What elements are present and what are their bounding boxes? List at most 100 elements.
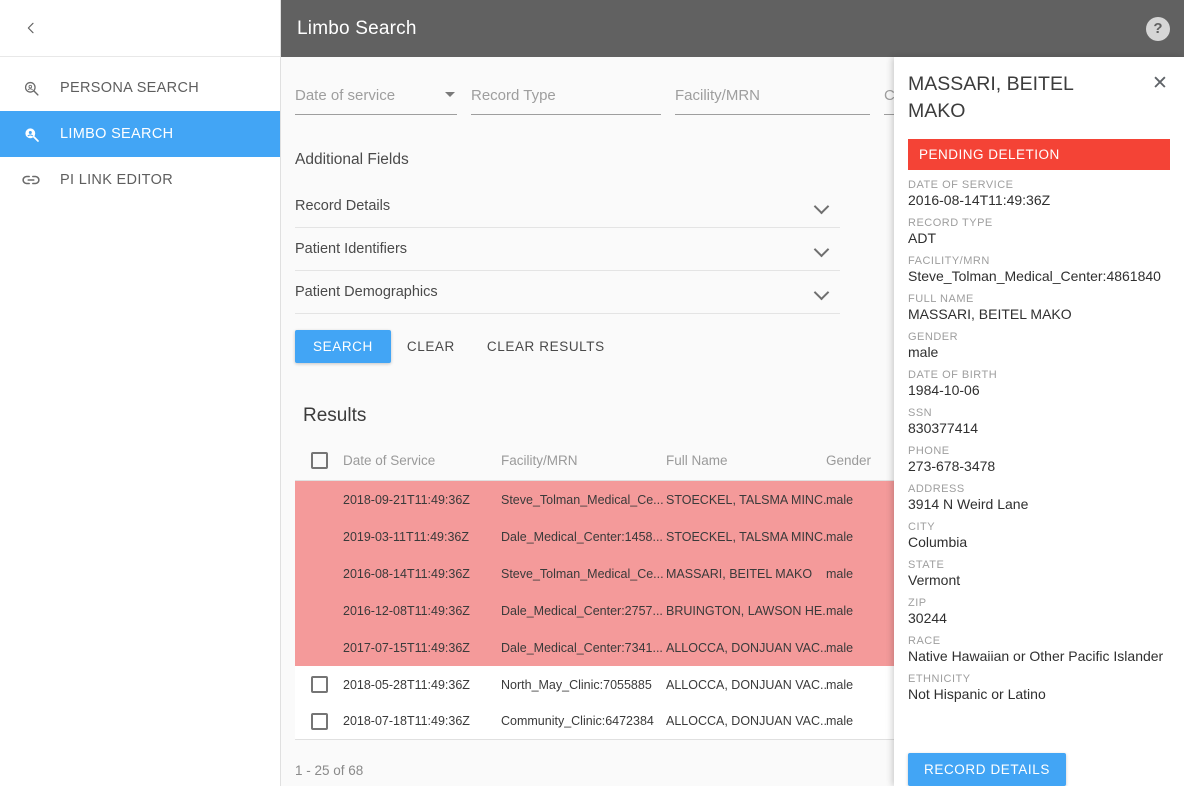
table-row[interactable]: 2018-05-28T11:49:36Z North_May_Clinic:705…	[295, 666, 915, 703]
detail-field-label: ETHNICITY	[908, 673, 971, 685]
clear-button[interactable]: CLEAR	[391, 330, 471, 363]
detail-field-value: 30244	[908, 610, 947, 626]
row-checkbox-cell	[295, 712, 343, 730]
table-row[interactable]: 2018-07-18T11:49:36Z Community_Clinic:647…	[295, 703, 915, 740]
column-header-full-name[interactable]: Full Name	[666, 453, 826, 468]
detail-field-label: DATE OF BIRTH	[908, 369, 998, 381]
table-row[interactable]: 2016-08-14T11:49:36Z Steve_Tolman_Medical…	[295, 555, 915, 592]
sidebar-item-limbo-search[interactable]: LIMBO SEARCH	[0, 111, 280, 157]
detail-panel-header: MASSARI, BEITEL MAKO ✕	[894, 57, 1184, 129]
detail-field-label: STATE	[908, 559, 945, 571]
detail-field-value: Vermont	[908, 572, 961, 588]
detail-field: RACE Native Hawaiian or Other Pacific Isl…	[908, 634, 1170, 665]
detail-field-label: CITY	[908, 521, 936, 533]
main-region: Limbo Search ? Date of service Record Ty…	[281, 0, 1184, 786]
sidebar-item-label: PI LINK EDITOR	[60, 172, 173, 188]
detail-panel-fields: DATE OF SERVICE 2016-08-14T11:49:36Z RECOR…	[894, 170, 1184, 703]
cell-full-name: STOECKEL, TALSMA MINC...	[666, 529, 826, 544]
chevron-down-icon	[814, 244, 830, 254]
cell-facility-mrn: Community_Clinic:6472384	[501, 714, 654, 728]
column-header-facility-mrn[interactable]: Facility/MRN	[501, 453, 666, 468]
detail-field: CITY Columbia	[908, 520, 1170, 551]
detail-field: GENDER male	[908, 330, 1170, 361]
detail-field-value: 273-678-3478	[908, 458, 996, 474]
table-row[interactable]: 2019-03-11T11:49:36Z Dale_Medical_Center:…	[295, 518, 915, 555]
clear-results-button[interactable]: CLEAR RESULTS	[471, 330, 621, 363]
table-row[interactable]: 2018-09-21T11:49:36Z Steve_Tolman_Medical…	[295, 481, 915, 518]
date-of-service-field[interactable]: Date of service	[295, 83, 457, 115]
cell-date-of-service: 2019-03-11T11:49:36Z	[343, 529, 470, 544]
detail-field-label: ZIP	[908, 597, 927, 609]
accordion-label: Record Details	[295, 198, 391, 214]
detail-field-value: Columbia	[908, 534, 968, 550]
facility-mrn-field[interactable]: Facility/MRN	[675, 83, 870, 115]
pagination-label: 1 - 25 of 68	[295, 763, 364, 778]
cell-facility-mrn: Dale_Medical_Center:7341...	[501, 640, 663, 655]
detail-field: FULL NAME MASSARI, BEITEL MAKO	[908, 292, 1170, 323]
accordion-patient-identifiers[interactable]: Patient Identifiers	[295, 228, 840, 271]
cell-date-of-service: 2016-12-08T11:49:36Z	[343, 603, 470, 618]
cell-date-of-service: 2018-07-18T11:49:36Z	[343, 714, 470, 728]
row-checkbox-cell	[295, 676, 343, 693]
chevron-down-icon	[814, 287, 830, 297]
detail-field-label: GENDER	[908, 331, 959, 343]
date-of-service-placeholder: Date of service	[295, 87, 396, 104]
detail-field: DATE OF SERVICE 2016-08-14T11:49:36Z	[908, 178, 1170, 209]
detail-field: FACILITY/MRN Steve_Tolman_Medical_Center:…	[908, 254, 1170, 285]
chevron-down-icon	[814, 201, 830, 211]
detail-field: DATE OF BIRTH 1984-10-06	[908, 368, 1170, 399]
row-checkbox[interactable]	[310, 712, 328, 730]
table-header-row: Date of Service Facility/MRN Full Name G…	[295, 441, 915, 481]
cell-facility-mrn: Steve_Tolman_Medical_Ce...	[501, 566, 664, 581]
link-icon	[19, 168, 43, 192]
column-header-date-of-service[interactable]: Date of Service	[343, 453, 501, 468]
detail-field: PHONE 273-678-3478	[908, 444, 1170, 475]
cell-date-of-service: 2018-05-28T11:49:36Z	[343, 677, 470, 692]
detail-field-label: RACE	[908, 635, 941, 647]
detail-field-value: 2016-08-14T11:49:36Z	[908, 192, 1051, 208]
additional-fields-accordion: Record Details Patient Identifiers Patie…	[295, 185, 840, 314]
detail-field-label: PHONE	[908, 445, 950, 457]
detail-field: ETHNICITY Not Hispanic or Latino	[908, 672, 1170, 703]
row-checkbox[interactable]	[310, 676, 328, 693]
cell-facility-mrn: Dale_Medical_Center:1458...	[501, 529, 663, 544]
sidebar-item-label: PERSONA SEARCH	[60, 80, 200, 96]
chevron-left-icon	[23, 20, 39, 36]
help-circle-icon[interactable]: ?	[1146, 16, 1170, 41]
record-type-placeholder: Record Type	[471, 87, 556, 104]
chevron-down-icon[interactable]	[445, 92, 455, 97]
accordion-label: Patient Identifiers	[295, 241, 408, 257]
sidebar-item-pi-link-editor[interactable]: PI LINK EDITOR	[0, 157, 280, 203]
accordion-record-details[interactable]: Record Details	[295, 185, 840, 228]
select-all-checkbox-cell	[295, 452, 343, 469]
record-detail-panel: MASSARI, BEITEL MAKO ✕ PENDING DELETION …	[894, 57, 1184, 786]
accordion-label: Patient Demographics	[295, 284, 438, 300]
record-details-button[interactable]: RECORD DETAILS	[908, 753, 1066, 786]
cell-date-of-service: 2017-07-15T11:49:36Z	[343, 640, 470, 655]
back-button[interactable]	[14, 11, 48, 45]
select-all-checkbox[interactable]	[310, 452, 328, 469]
app-root: PERSONA SEARCH LIMBO SEARCH PI LINK EDIT…	[0, 0, 1184, 786]
detail-field-value: 1984-10-06	[908, 382, 980, 398]
record-type-field[interactable]: Record Type	[471, 83, 661, 115]
search-button[interactable]: SEARCH	[295, 330, 391, 363]
detail-field-value: ADT	[908, 230, 936, 246]
search-filled-icon	[19, 122, 43, 146]
detail-field-value: Native Hawaiian or Other Pacific Islande…	[908, 648, 1164, 664]
table-body: 2018-09-21T11:49:36Z Steve_Tolman_Medical…	[295, 481, 915, 740]
detail-field-label: FACILITY/MRN	[908, 255, 990, 267]
page-title: Limbo Search	[297, 17, 417, 39]
search-outline-icon	[19, 76, 43, 100]
detail-field-label: ADDRESS	[908, 483, 965, 495]
detail-field-label: RECORD TYPE	[908, 217, 993, 229]
detail-field: SSN 830377414	[908, 406, 1170, 437]
table-row[interactable]: 2016-12-08T11:49:36Z Dale_Medical_Center:…	[295, 592, 915, 629]
accordion-patient-demographics[interactable]: Patient Demographics	[295, 271, 840, 314]
detail-field: STATE Vermont	[908, 558, 1170, 589]
facility-mrn-placeholder: Facility/MRN	[675, 87, 760, 104]
table-row[interactable]: 2017-07-15T11:49:36Z Dale_Medical_Center:…	[295, 629, 915, 666]
sidebar-item-persona-search[interactable]: PERSONA SEARCH	[0, 65, 280, 111]
cell-full-name: ALLOCCA, DONJUAN VAC...	[666, 677, 826, 692]
close-icon[interactable]: ✕	[1148, 71, 1172, 95]
detail-field-value: MASSARI, BEITEL MAKO	[908, 306, 1072, 322]
